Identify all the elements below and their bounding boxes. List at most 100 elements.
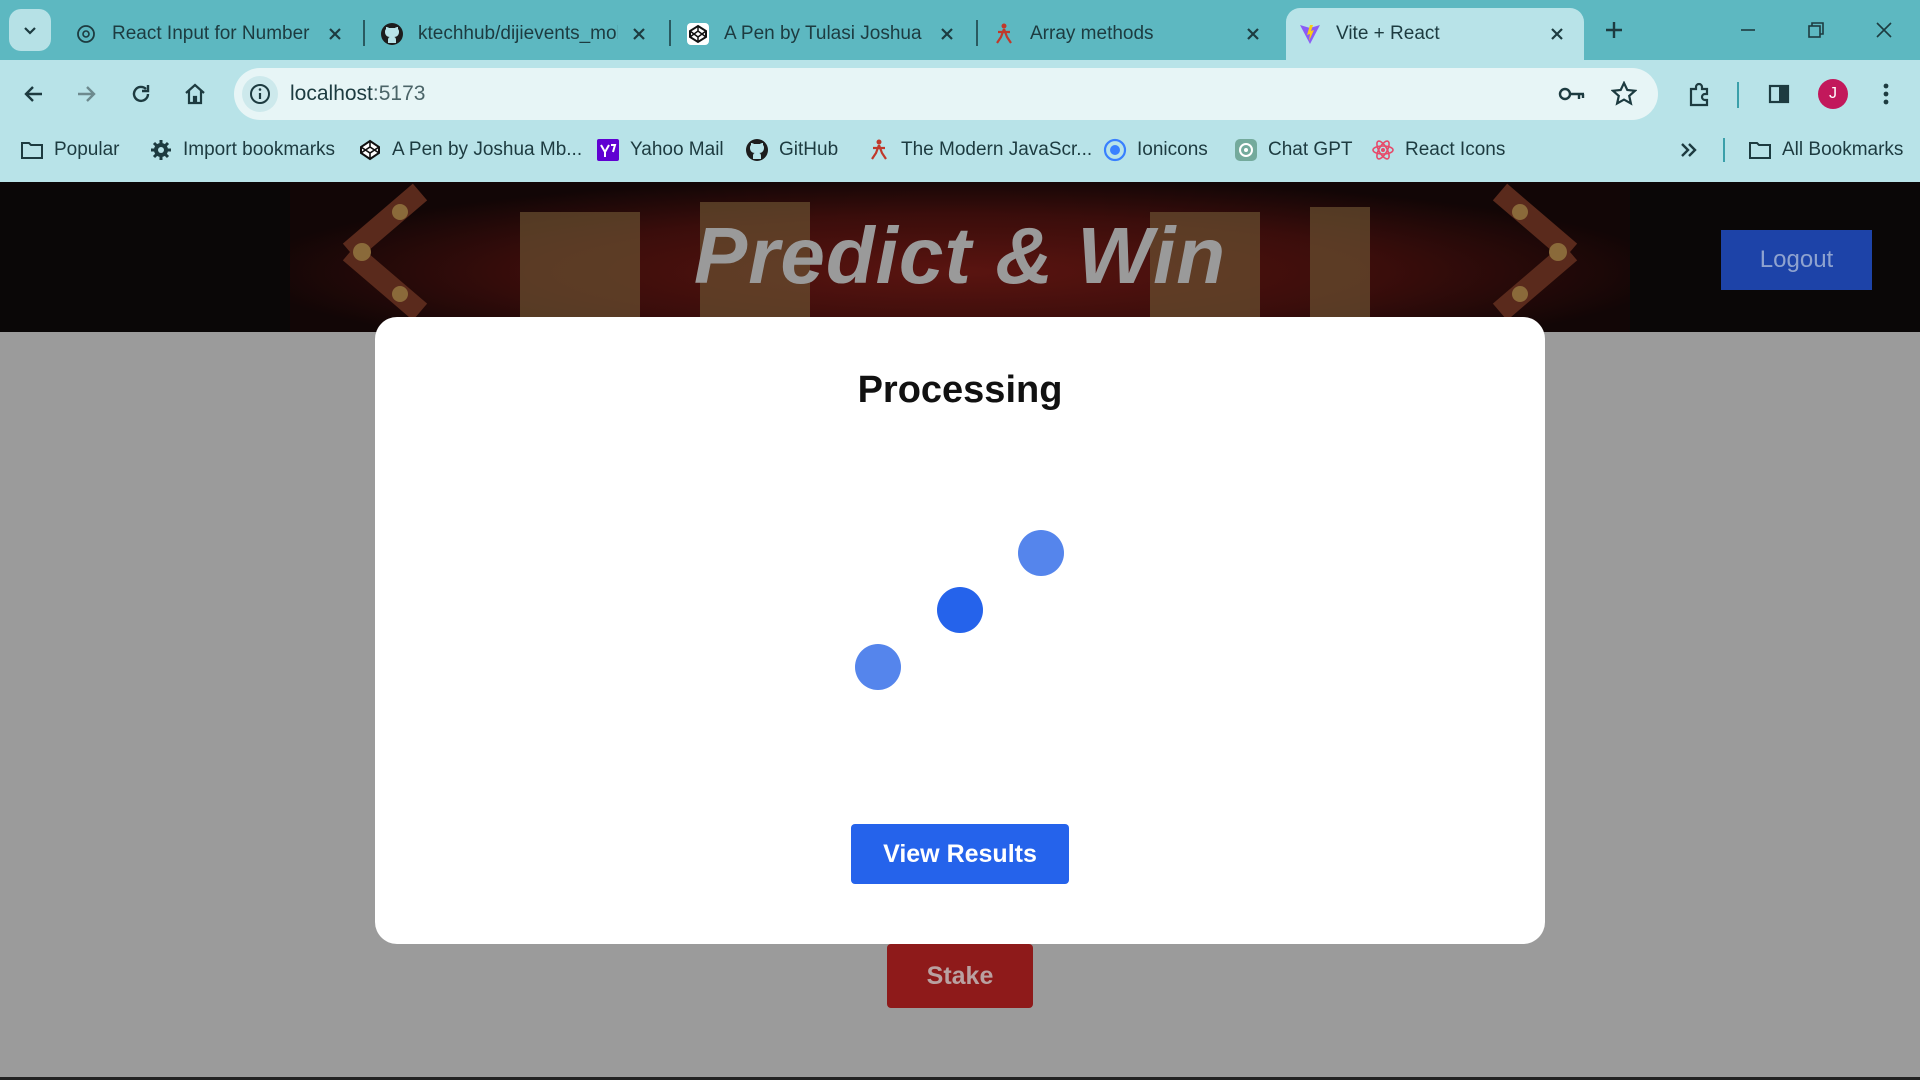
bookmark-github[interactable]: GitHub bbox=[745, 134, 838, 166]
react-icon bbox=[1371, 138, 1395, 162]
password-key-button[interactable] bbox=[1556, 78, 1588, 110]
bookmark-label: Chat GPT bbox=[1268, 139, 1353, 160]
tab-title: ktechhub/dijievents_mob bbox=[418, 23, 618, 44]
tab-vite-react[interactable]: Vite + React bbox=[1286, 8, 1584, 60]
tab-separator bbox=[669, 20, 671, 46]
star-icon bbox=[1611, 81, 1637, 106]
bookmark-label: Ionicons bbox=[1137, 139, 1208, 160]
close-icon[interactable] bbox=[1544, 21, 1570, 47]
gear-icon bbox=[149, 138, 173, 162]
tab-separator bbox=[976, 20, 978, 46]
plus-icon bbox=[1606, 22, 1622, 38]
bookmark-label: The Modern JavaScr... bbox=[901, 139, 1093, 160]
url-text[interactable]: localhost:5173 bbox=[290, 82, 425, 106]
loading-spinner-dot bbox=[1018, 530, 1064, 576]
bookmarks-divider bbox=[1723, 138, 1725, 162]
modal-title: Processing bbox=[857, 369, 1063, 411]
extensions-button[interactable] bbox=[1680, 74, 1720, 114]
close-icon bbox=[1876, 22, 1892, 38]
all-bookmarks-label: All Bookmarks bbox=[1782, 139, 1904, 160]
logout-button[interactable]: Logout bbox=[1721, 230, 1872, 290]
bookmark-label: GitHub bbox=[779, 139, 839, 160]
tab-title: React Input for Number bbox=[112, 23, 310, 44]
kebab-menu-icon bbox=[1883, 83, 1889, 105]
loading-spinner-dot bbox=[855, 644, 901, 690]
github-icon bbox=[380, 22, 404, 46]
tab-title: Array methods bbox=[1030, 23, 1154, 44]
side-panel-button[interactable] bbox=[1759, 74, 1799, 114]
more-bookmarks-button[interactable] bbox=[1676, 134, 1710, 166]
arrow-left-icon bbox=[24, 86, 42, 102]
yahoo-icon bbox=[596, 138, 620, 162]
codepen-icon bbox=[358, 138, 382, 162]
url-port: :5173 bbox=[372, 82, 426, 105]
javascript-info-icon bbox=[867, 138, 891, 162]
chevron-down-icon bbox=[24, 27, 36, 35]
bookmark-label: React Icons bbox=[1405, 139, 1506, 160]
restore-button[interactable] bbox=[1792, 10, 1840, 50]
menu-button[interactable] bbox=[1866, 74, 1906, 114]
home-button[interactable] bbox=[175, 74, 215, 114]
codepen-icon bbox=[686, 22, 710, 46]
bookmark-label: Popular bbox=[54, 139, 120, 160]
puzzle-icon bbox=[1689, 82, 1709, 107]
url-host: localhost bbox=[290, 82, 373, 105]
loading-spinner-dot bbox=[937, 587, 983, 633]
address-bar[interactable]: localhost:5173 bbox=[234, 68, 1658, 120]
bookmark-yahoo-mail[interactable]: Yahoo Mail bbox=[596, 134, 724, 166]
reload-icon bbox=[132, 85, 150, 103]
back-button[interactable] bbox=[14, 74, 54, 114]
processing-modal: Processing View Results bbox=[375, 317, 1545, 944]
close-window-button[interactable] bbox=[1860, 10, 1908, 50]
minimize-icon bbox=[1741, 29, 1755, 31]
home-icon bbox=[185, 83, 205, 105]
chatgpt-icon bbox=[74, 22, 98, 46]
close-icon[interactable] bbox=[1240, 21, 1266, 47]
tab-title: A Pen by Tulasi Joshua M bbox=[724, 23, 926, 44]
hero-banner: Predict & Win Logout bbox=[0, 182, 1920, 332]
tab-array-methods[interactable]: Array methods bbox=[980, 8, 1280, 60]
forward-button[interactable] bbox=[66, 74, 106, 114]
double-chevron-right-icon bbox=[1676, 138, 1700, 162]
all-bookmarks-button[interactable]: All Bookmarks bbox=[1748, 134, 1903, 166]
bookmark-modern-javascript[interactable]: The Modern JavaScr... bbox=[867, 134, 1092, 166]
site-info-button[interactable] bbox=[242, 76, 278, 112]
bookmark-chat-gpt[interactable]: Chat GPT bbox=[1234, 134, 1352, 166]
bookmark-codepen[interactable]: A Pen by Joshua Mb... bbox=[358, 134, 582, 166]
profile-button[interactable]: J bbox=[1813, 74, 1853, 114]
minimize-button[interactable] bbox=[1724, 10, 1772, 50]
stake-button[interactable]: Stake bbox=[887, 944, 1033, 1008]
reload-button[interactable] bbox=[121, 74, 161, 114]
close-icon[interactable] bbox=[322, 21, 348, 47]
folder-icon bbox=[20, 138, 44, 162]
chatgpt-icon bbox=[1234, 138, 1258, 162]
tab-separator bbox=[363, 20, 365, 46]
close-icon[interactable] bbox=[934, 21, 960, 47]
close-icon[interactable] bbox=[626, 21, 652, 47]
key-icon bbox=[1558, 87, 1585, 101]
javascript-info-icon bbox=[992, 22, 1016, 46]
hero-title: Predict & Win bbox=[693, 211, 1227, 300]
ionicons-icon bbox=[1103, 138, 1127, 162]
bookmark-star-button[interactable] bbox=[1608, 78, 1640, 110]
bookmark-import[interactable]: Import bookmarks bbox=[149, 134, 335, 166]
folder-icon bbox=[1748, 138, 1772, 162]
info-icon bbox=[250, 84, 270, 104]
bookmark-label: A Pen by Joshua Mb... bbox=[392, 139, 583, 160]
tab-codepen[interactable]: A Pen by Tulasi Joshua M bbox=[674, 8, 974, 60]
avatar: J bbox=[1818, 79, 1848, 109]
arrow-right-icon bbox=[78, 86, 96, 102]
vite-icon bbox=[1298, 22, 1322, 46]
tab-title: Vite + React bbox=[1336, 23, 1440, 44]
view-results-button[interactable]: View Results bbox=[851, 824, 1069, 884]
tab-github-repo[interactable]: ktechhub/dijievents_mob bbox=[368, 8, 666, 60]
bookmark-ionicons[interactable]: Ionicons bbox=[1103, 134, 1208, 166]
bookmark-react-icons[interactable]: React Icons bbox=[1371, 134, 1505, 166]
restore-icon bbox=[1808, 22, 1824, 38]
bookmark-popular[interactable]: Popular bbox=[20, 134, 120, 166]
tab-react-input[interactable]: React Input for Number bbox=[62, 8, 362, 60]
github-icon bbox=[745, 138, 769, 162]
tab-search-button[interactable] bbox=[9, 9, 51, 51]
new-tab-button[interactable] bbox=[1590, 10, 1638, 50]
side-panel-icon bbox=[1768, 84, 1790, 104]
